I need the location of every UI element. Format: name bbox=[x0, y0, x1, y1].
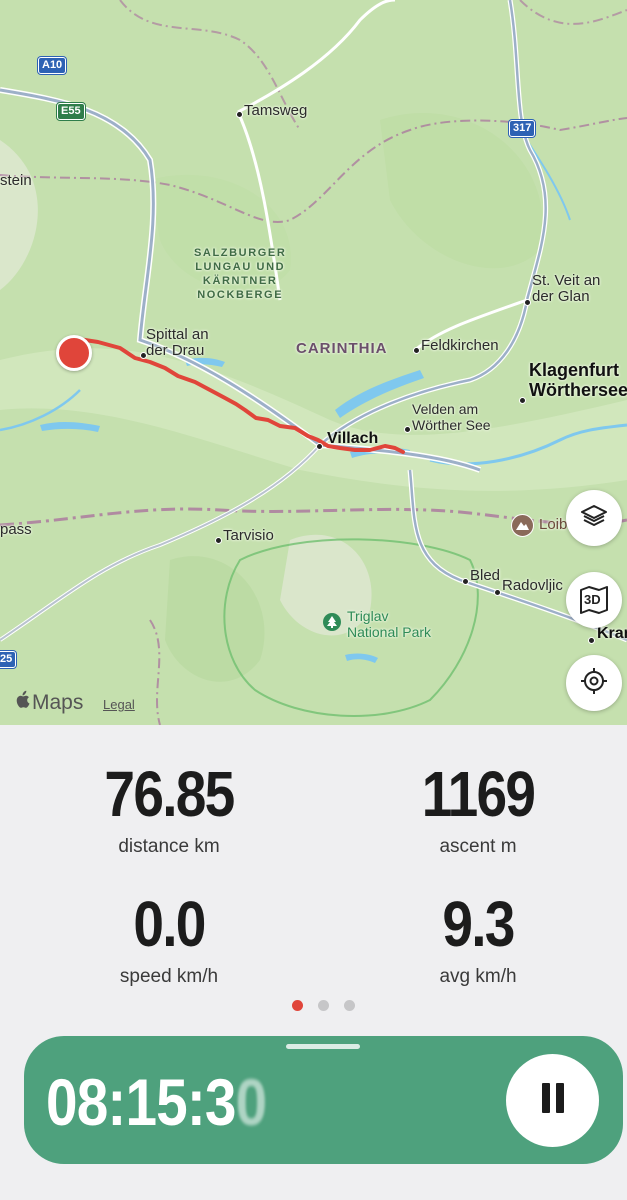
road-shield-25: 25 bbox=[0, 651, 17, 668]
stat-speed: 0.0 speed km/h bbox=[44, 892, 294, 988]
label-tamsweg: Tamsweg bbox=[244, 102, 308, 119]
label-carinthia: CARINTHIA bbox=[296, 340, 388, 357]
park-line: SALZBURGER bbox=[194, 247, 287, 259]
road-shield-e55: E55 bbox=[57, 103, 85, 120]
label-nockberge-park: SALZBURGER LUNGAU UND KÄRNTNER NOCKBERGE bbox=[194, 246, 286, 302]
avg-speed-value: 9.3 bbox=[442, 888, 515, 960]
park-line: KÄRNTNER bbox=[202, 275, 278, 287]
label-bled: Bled bbox=[470, 567, 501, 584]
park-line: NOCKBERGE bbox=[197, 289, 284, 301]
mountain-pass-icon bbox=[511, 514, 534, 537]
label-st-veit: St. Veit an der Glan bbox=[532, 273, 600, 305]
pause-icon bbox=[539, 1083, 567, 1118]
label-line: der Glan bbox=[532, 288, 590, 305]
locate-icon bbox=[579, 666, 609, 701]
maps-brand-text: Maps bbox=[32, 690, 84, 714]
label-line: Wörther See bbox=[412, 417, 491, 433]
page-dot-3[interactable] bbox=[344, 1000, 355, 1011]
label-radovljica: Radovljic bbox=[502, 577, 563, 594]
stat-distance: 76.85 distance km bbox=[44, 762, 294, 858]
label-stein: stein bbox=[0, 172, 32, 189]
label-line: Triglav bbox=[347, 608, 389, 624]
label-feldkirchen: Feldkirchen bbox=[421, 337, 499, 354]
distance-unit: distance km bbox=[118, 836, 220, 857]
road-shield-317: 317 bbox=[509, 120, 536, 137]
town-dot bbox=[494, 589, 501, 596]
label-loibl: Loib bbox=[539, 516, 568, 533]
map-layers-button[interactable] bbox=[566, 490, 622, 546]
start-marker[interactable] bbox=[56, 335, 92, 371]
apple-maps-attribution: Maps bbox=[14, 690, 83, 715]
label-line: Velden am bbox=[412, 401, 479, 417]
label-velden: Velden am Wörther See bbox=[412, 401, 491, 433]
label-pass: pass bbox=[0, 521, 32, 538]
label-tarvisio: Tarvisio bbox=[223, 527, 274, 544]
map-3d-button[interactable]: 3D bbox=[566, 572, 622, 628]
label-line: Wörthersee bbox=[529, 380, 627, 400]
label-line: National Park bbox=[347, 624, 432, 640]
legal-link[interactable]: Legal bbox=[103, 697, 135, 712]
label-line: St. Veit an bbox=[532, 272, 601, 289]
drag-handle[interactable] bbox=[286, 1044, 360, 1049]
avg-speed-unit: avg km/h bbox=[439, 966, 517, 987]
label-spittal: Spittal an der Drau bbox=[146, 327, 209, 359]
town-dot bbox=[588, 637, 595, 644]
city-dot bbox=[519, 397, 526, 404]
pause-button[interactable] bbox=[506, 1054, 599, 1147]
town-dot bbox=[236, 111, 243, 118]
town-dot bbox=[215, 537, 222, 544]
label-klagenfurt: Klagenfurt Wörthersee bbox=[529, 360, 627, 400]
timer-main: 08:15:3 bbox=[46, 1065, 236, 1139]
stat-avg-speed: 9.3 avg km/h bbox=[353, 892, 603, 988]
label-line: Klagenfurt bbox=[529, 360, 619, 380]
town-dot bbox=[404, 426, 411, 433]
speed-unit: speed km/h bbox=[119, 966, 219, 987]
apple-logo-icon bbox=[14, 690, 30, 715]
locate-me-button[interactable] bbox=[566, 655, 622, 711]
elapsed-timer: 08:15:30 bbox=[46, 1064, 268, 1140]
layers-icon bbox=[579, 501, 609, 536]
map-view[interactable]: A10 E55 317 25 Tamsweg stein SALZBURGER … bbox=[0, 0, 627, 725]
park-line: LUNGAU UND bbox=[195, 261, 286, 273]
timer-card[interactable]: 08:15:30 bbox=[24, 1036, 623, 1164]
page-dot-1[interactable] bbox=[292, 1000, 303, 1011]
ascent-value: 1169 bbox=[421, 758, 536, 830]
stat-ascent: 1169 ascent m bbox=[353, 762, 603, 858]
3d-label: 3D bbox=[584, 592, 601, 607]
label-line: Spittal an bbox=[146, 326, 209, 343]
town-dot bbox=[462, 578, 469, 585]
label-triglav: Triglav National Park bbox=[347, 608, 431, 640]
speed-value: 0.0 bbox=[133, 888, 206, 960]
label-villach: Villach bbox=[327, 430, 379, 447]
label-kranj: Kran bbox=[597, 625, 627, 642]
road-shield-a10: A10 bbox=[38, 57, 67, 74]
timer-fading-digit: 0 bbox=[235, 1065, 268, 1139]
tree-icon bbox=[323, 613, 341, 631]
page-dot-2[interactable] bbox=[318, 1000, 329, 1011]
3d-map-icon: 3D bbox=[578, 584, 610, 616]
distance-value: 76.85 bbox=[104, 758, 235, 830]
label-line: der Drau bbox=[146, 342, 205, 359]
ascent-unit: ascent m bbox=[439, 836, 517, 857]
town-dot bbox=[413, 347, 420, 354]
town-dot bbox=[524, 299, 531, 306]
city-dot bbox=[316, 443, 323, 450]
